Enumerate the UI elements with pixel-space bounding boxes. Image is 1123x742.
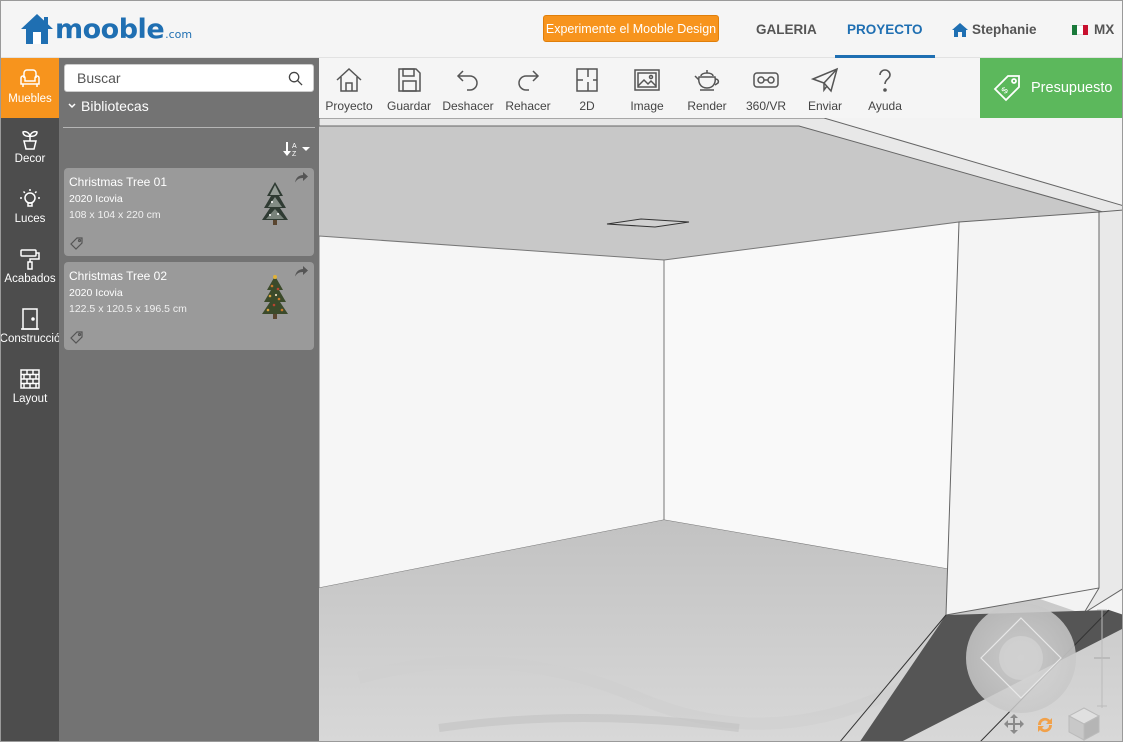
nav-galeria[interactable]: GALERIA	[756, 1, 817, 58]
tool-label: Deshacer	[442, 99, 494, 113]
rail-item-acabados[interactable]: Acabados	[1, 238, 59, 298]
tool-label: Ayuda	[868, 99, 902, 113]
country-code: MX	[1094, 22, 1115, 37]
image-icon	[634, 69, 660, 91]
tool-360vr[interactable]: 360/VR	[736, 58, 796, 118]
item-title: Christmas Tree 01	[69, 175, 168, 189]
christmas-tree-thumbnail	[262, 182, 288, 225]
sort-az-icon: A Z	[283, 142, 310, 158]
svg-text:Z: Z	[292, 151, 297, 157]
teapot-icon	[694, 70, 720, 91]
logo-domain: .com	[165, 28, 193, 41]
save-icon	[398, 68, 421, 92]
tool-proyecto[interactable]: Proyecto	[319, 58, 379, 118]
share-arrow-icon[interactable]	[295, 172, 308, 183]
budget-label: Presupuesto	[1031, 80, 1113, 96]
door-icon	[21, 308, 39, 330]
budget-button[interactable]: $ Presupuesto	[980, 58, 1122, 118]
logo-text: mooble	[55, 14, 165, 45]
tool-render[interactable]: Render	[677, 58, 737, 118]
main-toolbar: Proyecto Guardar Deshacer Rehacer 2D Ima…	[319, 58, 980, 118]
tool-label: Rehacer	[505, 99, 551, 113]
top-bar: mooble .com Experimente el Mooble Design…	[1, 1, 1122, 58]
rail-item-decor[interactable]: Decor	[1, 118, 59, 178]
nav-proyecto[interactable]: PROYECTO	[835, 1, 934, 58]
tool-label: 2D	[579, 99, 595, 113]
rail-item-construccion[interactable]: Construcció	[0, 298, 61, 358]
chevron-down-icon	[68, 103, 76, 109]
item-dimensions: 122.5 x 120.5 x 196.5 cm	[69, 303, 187, 315]
tag-icon[interactable]	[70, 331, 83, 344]
rail-label: Layout	[12, 393, 48, 405]
tool-label: 360/VR	[745, 99, 787, 113]
tool-deshacer[interactable]: Deshacer	[438, 58, 498, 118]
redo-icon	[518, 70, 540, 91]
user-menu[interactable]: Stephanie	[952, 1, 1037, 58]
library-panel: Bibliotecas A Z Christmas Tree 01 2020 I…	[59, 58, 319, 741]
share-arrow-icon[interactable]	[295, 266, 308, 277]
back-wall	[663, 221, 960, 572]
tool-2d[interactable]: 2D	[557, 58, 617, 118]
paint-roller-icon	[20, 249, 40, 270]
item-dimensions: 108 x 104 x 220 cm	[69, 209, 161, 221]
christmas-tree-thumbnail	[262, 275, 288, 319]
3d-viewport[interactable]	[319, 118, 1122, 741]
search-input[interactable]	[65, 65, 275, 91]
floorplan-icon	[576, 68, 598, 92]
category-rail: Muebles Decor Luces Acabados Construcció…	[0, 58, 61, 741]
item-brand: 2020 Icovia	[69, 193, 123, 205]
libraries-toggle[interactable]: Bibliotecas	[67, 98, 149, 114]
mooble-design-cta-button[interactable]: Experimente el Mooble Design	[543, 15, 719, 42]
question-icon	[879, 69, 891, 92]
rail-label: Decor	[14, 153, 46, 165]
rail-item-layout[interactable]: Layout	[1, 358, 59, 418]
rail-label: Construcció	[0, 333, 61, 345]
rail-label: Acabados	[4, 273, 56, 285]
brick-wall-icon	[20, 369, 40, 389]
vr-headset-icon	[753, 72, 779, 88]
price-tag-icon: $	[993, 75, 1020, 102]
tool-image[interactable]: Image	[617, 58, 677, 118]
tool-rehacer[interactable]: Rehacer	[498, 58, 558, 118]
undo-icon	[456, 70, 478, 91]
libraries-label: Bibliotecas	[81, 98, 149, 114]
armchair-icon	[20, 69, 40, 87]
home-user-icon	[952, 22, 968, 37]
lightbulb-icon	[20, 189, 40, 207]
tool-label: Image	[630, 99, 664, 113]
tool-label: Guardar	[386, 99, 432, 113]
rail-label: Luces	[14, 213, 46, 225]
tag-icon[interactable]	[70, 237, 83, 250]
tool-enviar[interactable]: Enviar	[795, 58, 855, 118]
house-logo-icon	[21, 14, 53, 44]
rail-item-muebles[interactable]: Muebles	[1, 58, 59, 118]
mooble-logo[interactable]: mooble .com	[20, 13, 192, 45]
rail-item-luces[interactable]: Luces	[1, 178, 59, 238]
tool-label: Render	[687, 99, 727, 113]
tool-label: Enviar	[807, 99, 842, 113]
tool-ayuda[interactable]: Ayuda	[855, 58, 915, 118]
item-title: Christmas Tree 02	[69, 269, 168, 283]
sort-button[interactable]: A Z	[283, 141, 311, 162]
search-icon[interactable]	[288, 71, 303, 86]
svg-text:A: A	[292, 143, 297, 150]
tool-label: Proyecto	[325, 99, 373, 113]
library-item[interactable]: Christmas Tree 01 2020 Icovia 108 x 104 …	[64, 168, 314, 256]
mexico-flag-icon	[1072, 24, 1088, 35]
app-window: mooble .com Experimente el Mooble Design…	[0, 0, 1123, 742]
home-icon	[336, 67, 362, 92]
search-box	[64, 64, 314, 92]
plant-icon	[22, 130, 38, 150]
user-name: Stephanie	[972, 22, 1037, 37]
country-selector[interactable]: MX	[1072, 1, 1114, 58]
paper-plane-icon	[811, 67, 839, 93]
rail-label: Muebles	[8, 93, 52, 105]
item-brand: 2020 Icovia	[69, 287, 123, 299]
right-partition-wall	[945, 211, 1100, 616]
library-item[interactable]: Christmas Tree 02 2020 Icovia 122.5 x 12…	[64, 262, 314, 350]
room-scene	[319, 118, 1122, 741]
tool-guardar[interactable]: Guardar	[379, 58, 439, 118]
panel-divider	[63, 127, 315, 128]
